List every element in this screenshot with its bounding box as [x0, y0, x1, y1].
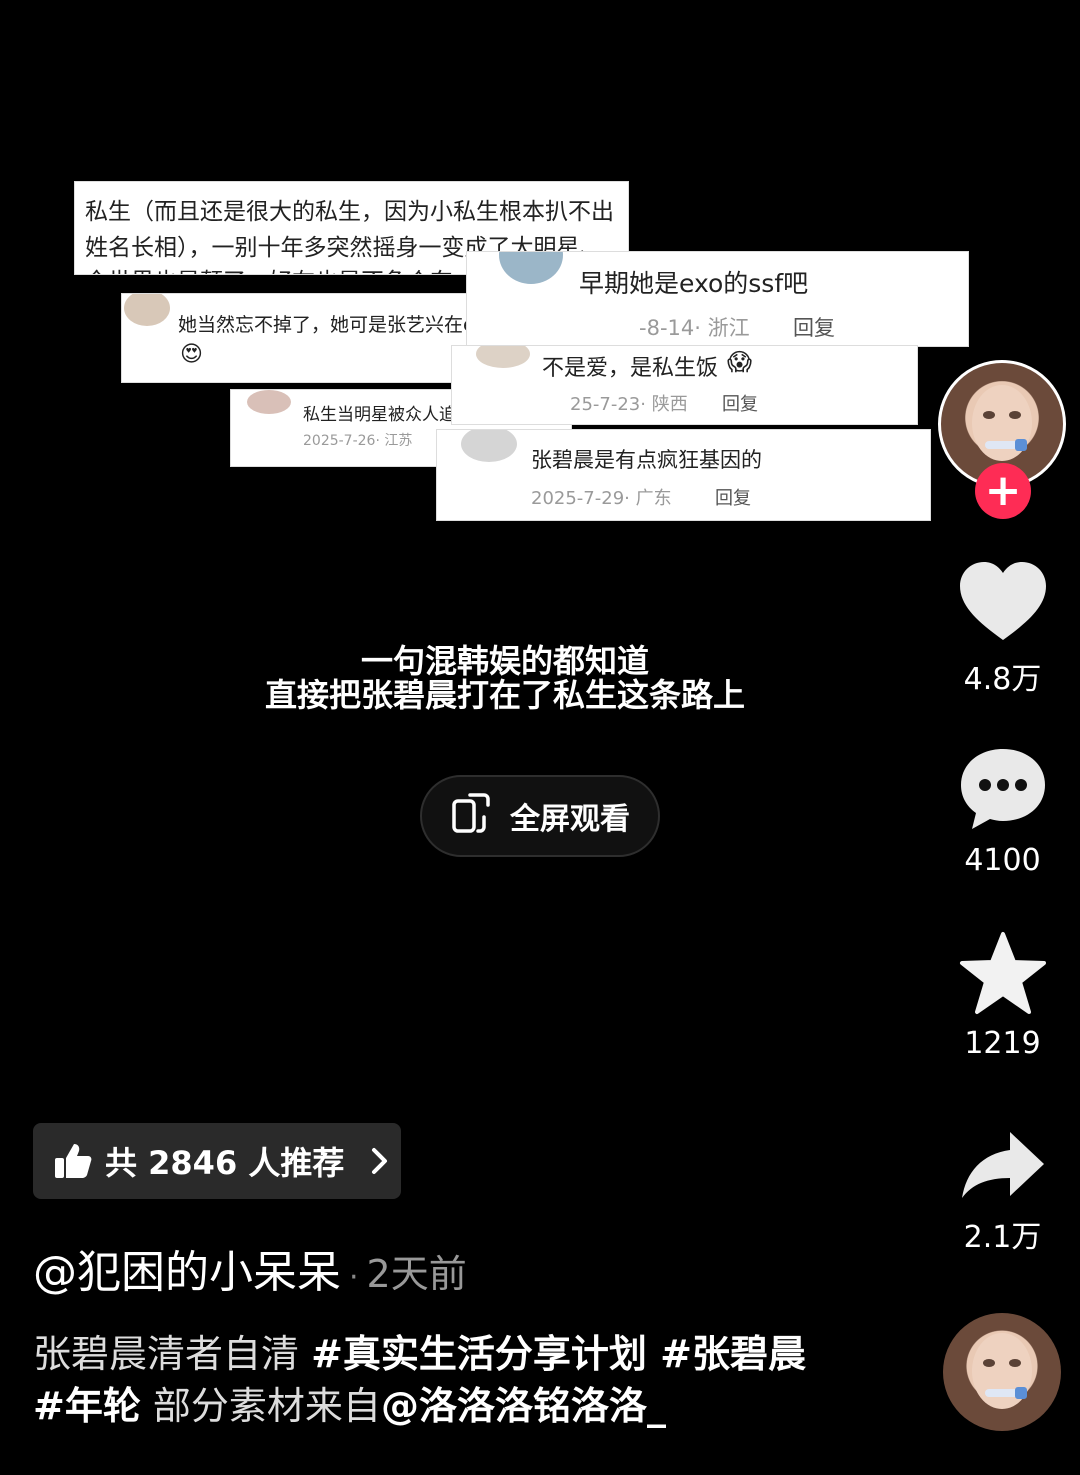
like-count: 4.8万: [963, 662, 1042, 697]
share-count: 2.1万: [963, 1220, 1042, 1255]
avatar: [124, 294, 170, 326]
comment-meta: 2025-7-26· 江苏: [303, 433, 413, 449]
emoji: 😍: [180, 342, 203, 367]
comment-card-3: 早期她是exo的ssf吧 -8-14· 浙江 回复: [467, 252, 968, 346]
reply-link[interactable]: 回复: [793, 312, 835, 342]
comment-meta: 25-7-23· 陕西: [570, 394, 688, 415]
recommend-label: 共 2846 人推荐: [105, 1144, 345, 1182]
thumbs-up-icon: [55, 1144, 92, 1178]
share-icon: [961, 1132, 1044, 1198]
emoji: 😱: [727, 348, 753, 376]
author-line: @犯困的小呆呆 · 2天前: [33, 1236, 467, 1300]
chevron-right-icon: [372, 1148, 388, 1174]
reply-link[interactable]: 回复: [722, 390, 758, 416]
music-disc[interactable]: [943, 1313, 1061, 1431]
comment-meta: 2025-7-29· 广东: [531, 488, 672, 509]
reply-link[interactable]: 回复: [715, 484, 751, 510]
desc-text: 张碧晨清者自清: [33, 1332, 312, 1376]
comment-text: 张碧晨是有点疯狂基因的: [531, 448, 762, 472]
favorite-count: 1219: [964, 1026, 1041, 1061]
mention-link[interactable]: @洛洛洛铭洛洛_: [381, 1384, 666, 1428]
heart-icon: [959, 562, 1046, 640]
avatar: [499, 252, 563, 284]
avatar: [247, 390, 291, 414]
comment-text: 私生（而且还是很大的私生，因为小私生根本扒不出: [85, 199, 614, 225]
desc-text: 部分素材来自: [140, 1384, 381, 1428]
post-description: 张碧晨清者自清 #真实生活分享计划 #张碧晨 #年轮 部分素材来自@洛洛洛铭洛洛…: [33, 1328, 913, 1432]
comment-text: 私生当明星被众人追捧: [303, 405, 473, 425]
like-action[interactable]: 4.8万: [940, 560, 1065, 698]
avatar: [476, 346, 530, 368]
separator: ·: [349, 1260, 359, 1295]
hashtag[interactable]: #张碧晨: [647, 1332, 806, 1376]
post-time: 2天前: [366, 1252, 467, 1296]
comment-count: 4100: [964, 843, 1041, 878]
fullscreen-icon: [450, 791, 496, 841]
follow-button[interactable]: +: [975, 463, 1031, 519]
comment-text: 全世界也是颠了，好在也是不争个东: [85, 262, 453, 274]
comment-text: 早期她是exo的ssf吧: [579, 269, 809, 298]
hashtag[interactable]: #年轮: [33, 1384, 141, 1428]
comment-meta: -8-14· 浙江: [639, 316, 750, 340]
fullscreen-label: 全屏观看: [510, 802, 630, 837]
comment-icon: [960, 749, 1045, 829]
comment-card-4: 不是爱，是私生饭 😱 25-7-23· 陕西 回复: [452, 346, 917, 424]
star-icon: [959, 932, 1046, 1014]
video-caption-line-1: 一句混韩娱的都知道: [360, 642, 649, 680]
fullscreen-button[interactable]: 全屏观看: [420, 775, 660, 857]
hashtag[interactable]: #真实生活分享计划: [311, 1332, 647, 1376]
comment-action[interactable]: 4100: [940, 745, 1065, 878]
comment-text: 不是爱，是私生饭: [542, 356, 719, 381]
avatar: [461, 430, 517, 462]
favorite-action[interactable]: 1219: [940, 930, 1065, 1061]
recommend-button[interactable]: 共 2846 人推荐: [33, 1123, 401, 1199]
comment-card-6: 张碧晨是有点疯狂基因的 2025-7-29· 广东 回复: [437, 430, 930, 520]
video-caption-line-2: 直接把张碧晨打在了私生这条路上: [264, 676, 745, 714]
author-name[interactable]: @犯困的小呆呆: [33, 1247, 341, 1298]
share-action[interactable]: 2.1万: [940, 1128, 1065, 1256]
